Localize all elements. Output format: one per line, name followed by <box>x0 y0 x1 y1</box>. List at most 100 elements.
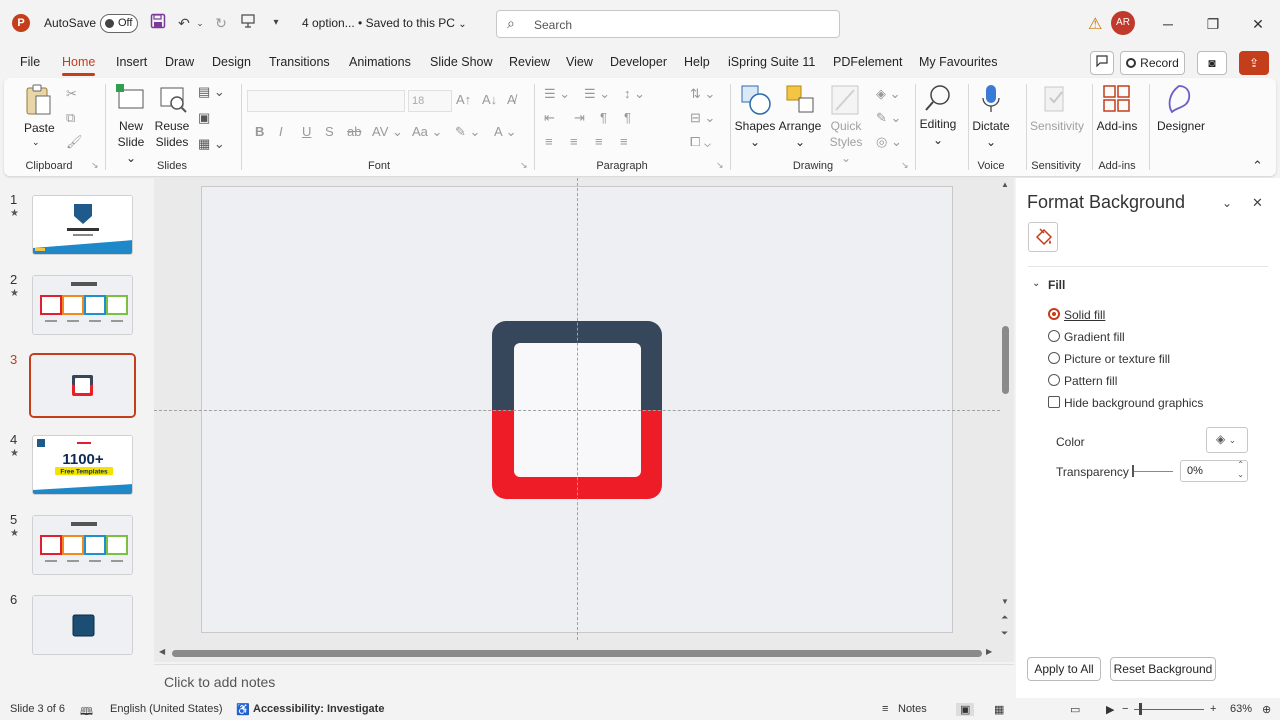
shape-fill-icon[interactable]: ◈ ⌄ <box>876 86 901 102</box>
tab-view[interactable]: View <box>566 55 593 69</box>
fit-to-window-icon[interactable]: ⊕ <box>1262 703 1271 716</box>
copy-icon[interactable]: ⧉ <box>66 110 75 126</box>
reset-slide-icon[interactable]: ▣ <box>198 110 210 126</box>
rtl-icon[interactable]: ¶ <box>600 110 607 125</box>
slide-sorter-icon[interactable]: ▦ <box>994 703 1004 716</box>
dictate-button[interactable] <box>982 84 1000 119</box>
vertical-guide[interactable] <box>577 178 578 640</box>
italic-icon[interactable]: I <box>279 124 283 139</box>
tab-slide-show[interactable]: Slide Show <box>430 55 493 69</box>
record-button[interactable]: Record <box>1120 51 1185 75</box>
shape-outline-icon[interactable]: ✎ ⌄ <box>876 110 901 126</box>
numbering-icon[interactable]: ☰ ⌄ <box>584 86 610 102</box>
fill-tab-button[interactable] <box>1028 222 1058 252</box>
reuse-slides-button[interactable] <box>158 84 188 117</box>
tab-home[interactable]: Home <box>62 55 96 76</box>
new-slide-button[interactable] <box>116 84 146 117</box>
save-icon[interactable] <box>148 13 168 33</box>
transparency-input[interactable]: 0% ⌃ ⌄ <box>1180 460 1248 482</box>
color-picker-button[interactable]: ◈ ⌄ <box>1206 427 1248 453</box>
normal-view-icon[interactable]: ▣ <box>956 703 975 716</box>
tab-my-favourites[interactable]: My Favourites <box>919 55 998 69</box>
tab-transitions[interactable]: Transitions <box>269 55 330 69</box>
accessibility-icon[interactable]: ♿ <box>236 703 250 716</box>
collapse-ribbon-icon[interactable]: ⌃ <box>1252 158 1263 174</box>
customize-toolbar-icon[interactable]: ▾ <box>266 13 286 33</box>
shape-effects-icon[interactable]: ◎ ⌄ <box>876 134 902 150</box>
notes-button[interactable]: Notes <box>898 703 927 715</box>
pattern-fill-radio[interactable] <box>1048 374 1060 386</box>
transparency-slider-track[interactable] <box>1133 471 1173 472</box>
dialog-launcher-icon[interactable]: ↘ <box>91 160 99 171</box>
text-direction-icon[interactable]: ⇅ ⌄ <box>690 86 715 102</box>
dialog-launcher-icon[interactable]: ↘ <box>901 160 909 171</box>
tab-developer[interactable]: Developer <box>610 55 667 69</box>
shapes-button[interactable] <box>740 84 772 119</box>
editing-button[interactable] <box>924 84 952 117</box>
arrange-button[interactable] <box>785 84 817 119</box>
line-spacing-icon[interactable]: ↕ ⌄ <box>624 86 645 102</box>
warning-icon[interactable]: ⚠ <box>1088 14 1102 34</box>
slide-thumbnail-3[interactable] <box>29 353 136 418</box>
tab-animations[interactable]: Animations <box>349 55 411 69</box>
font-size-select[interactable]: 18 <box>408 90 452 112</box>
slide-counter[interactable]: Slide 3 of 6 <box>10 703 65 715</box>
zoom-slider-thumb[interactable] <box>1139 703 1142 715</box>
align-right-icon[interactable]: ≡ <box>595 134 603 149</box>
dialog-launcher-icon[interactable]: ↘ <box>520 160 528 171</box>
dialog-launcher-icon[interactable]: ↘ <box>716 160 724 171</box>
tab-help[interactable]: Help <box>684 55 710 69</box>
zoom-level[interactable]: 63% <box>1230 703 1252 715</box>
paste-button[interactable] <box>24 84 54 121</box>
scroll-right-icon[interactable]: ▶ <box>986 647 992 656</box>
restore-icon[interactable]: ❐ <box>1201 12 1225 36</box>
scroll-down-icon[interactable]: ▼ <box>1001 597 1009 606</box>
spellcheck-icon[interactable]: 🕮 <box>80 703 93 720</box>
close-pane-icon[interactable]: ✕ <box>1252 195 1263 211</box>
slide-thumbnail-6[interactable] <box>32 595 133 655</box>
tab-pdfelement[interactable]: PDFelement <box>833 55 902 69</box>
justify-icon[interactable]: ≡ <box>620 134 628 149</box>
slideshow-view-icon[interactable]: ▶ <box>1106 703 1114 716</box>
language-label[interactable]: English (United States) <box>110 703 223 715</box>
reset-background-button[interactable]: Reset Background <box>1110 657 1216 681</box>
underline-icon[interactable]: U <box>302 124 311 139</box>
reading-view-icon[interactable]: ▭ <box>1070 703 1080 716</box>
present-icon[interactable] <box>238 13 258 33</box>
slide-thumbnail-4[interactable]: 1100+ Free Templates <box>32 435 133 495</box>
notes-area[interactable]: Click to add notes <box>154 664 1014 698</box>
spinner-icon[interactable]: ⌃ ⌄ <box>1237 460 1244 480</box>
previous-slide-icon[interactable]: ⏶ <box>1001 612 1008 623</box>
avatar[interactable]: AR <box>1111 11 1135 35</box>
horizontal-guide[interactable] <box>154 410 1000 411</box>
scroll-up-icon[interactable]: ▲ <box>1001 180 1009 189</box>
undo-icon[interactable]: ↶ <box>174 13 194 33</box>
shadow-icon[interactable]: S <box>325 124 334 139</box>
ltr-icon[interactable]: ¶ <box>624 110 631 125</box>
transparency-slider-thumb[interactable] <box>1132 465 1134 477</box>
horizontal-scrollbar-thumb[interactable] <box>172 650 982 657</box>
tab-ispring[interactable]: iSpring Suite 11 <box>728 55 815 69</box>
comments-button[interactable] <box>1090 51 1114 75</box>
align-text-icon[interactable]: ⊟ ⌄ <box>690 110 715 126</box>
fill-section-header[interactable]: Fill <box>1048 278 1065 292</box>
layout-icon[interactable]: ▤ ⌄ <box>198 84 225 100</box>
minimize-icon[interactable]: ─ <box>1156 12 1180 36</box>
hide-graphics-checkbox[interactable] <box>1048 396 1060 408</box>
vertical-scrollbar-thumb[interactable] <box>1002 326 1009 394</box>
picture-fill-radio[interactable] <box>1048 352 1060 364</box>
increase-indent-icon[interactable]: ⇥ <box>574 110 585 126</box>
undo-dropdown-icon[interactable]: ⌄ <box>194 13 206 33</box>
accessibility-label[interactable]: Accessibility: Investigate <box>253 703 384 715</box>
close-icon[interactable]: ✕ <box>1246 12 1270 36</box>
bold-icon[interactable]: B <box>255 124 264 139</box>
font-color-icon[interactable]: A ⌄ <box>494 124 516 140</box>
slide-thumbnail-5[interactable] <box>32 515 133 575</box>
increase-font-icon[interactable]: A↑ <box>456 92 471 107</box>
slide-thumbnail-1[interactable] <box>32 195 133 255</box>
zoom-out-icon[interactable]: − <box>1122 703 1128 715</box>
pane-options-icon[interactable]: ⌄ <box>1222 196 1232 210</box>
highlight-icon[interactable]: ✎ ⌄ <box>455 124 480 140</box>
notes-icon[interactable]: ≡ <box>882 703 888 715</box>
align-left-icon[interactable]: ≡ <box>545 134 553 149</box>
